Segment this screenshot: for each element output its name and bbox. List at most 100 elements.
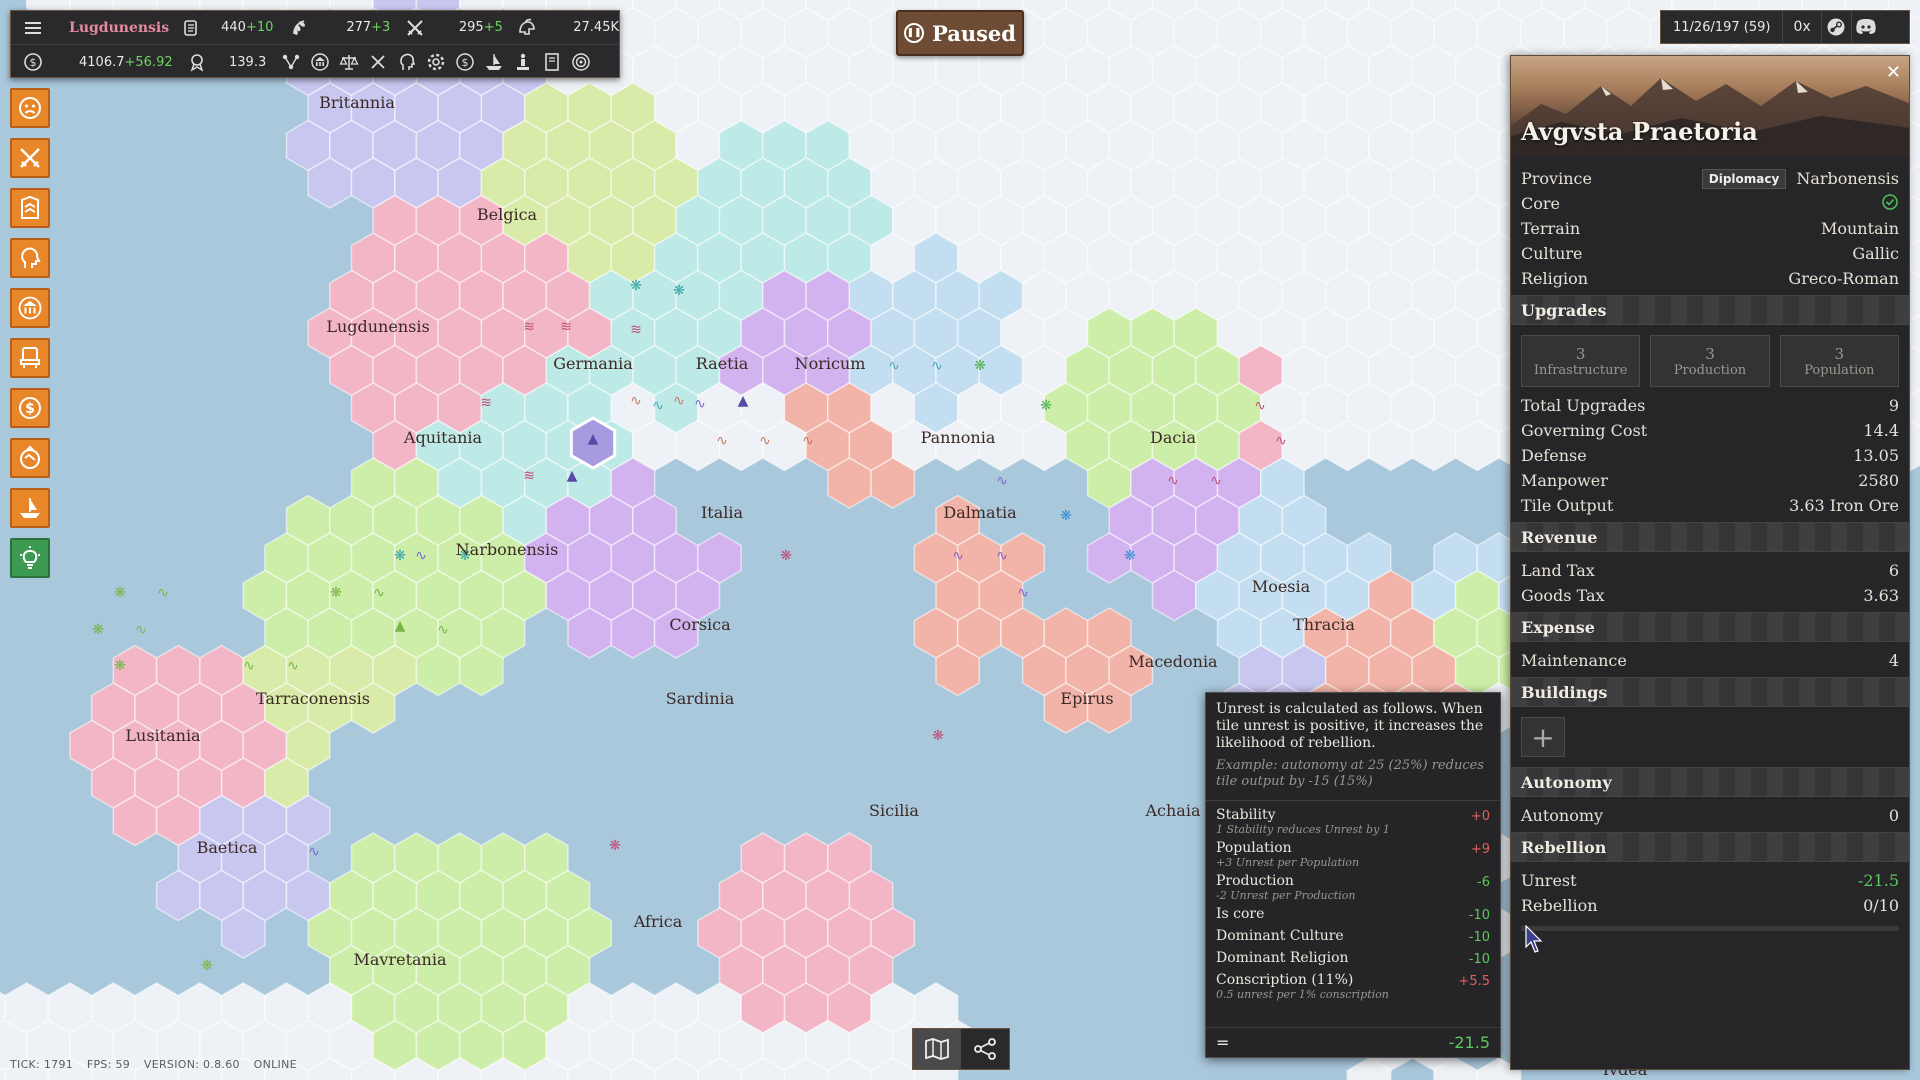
tooltip-row: Dominant Culture -10 [1216,928,1490,950]
terrain-marker: ❋ [630,278,642,294]
governing-cost-row: Governing Cost 14.4 [1521,421,1899,440]
terrain-row: Terrain Mountain [1521,219,1899,238]
rank-button[interactable] [10,188,50,228]
game-date: 11/26/197 (59) [1673,19,1771,35]
region-label: Dalmatia [943,503,1017,522]
resource-bar: Lugdunensis 440+10 277+3 295+5 27.45K $ … [10,10,620,78]
character-button[interactable] [10,238,50,278]
network-icon[interactable] [281,52,301,72]
terrain-marker: ∿ [437,622,449,638]
crossed-swords-icon [405,18,425,38]
tooltip-example: Example: autonomy at 25 (25%) reduces ti… [1206,752,1500,801]
terrain-marker: ∿ [1017,585,1029,601]
rank-badge-icon [21,195,39,219]
helmet-icon [517,18,537,38]
tooltip-row-value: -10 [1468,908,1490,923]
terrain-marker: ≋ [630,322,642,338]
network-nodes-icon [974,1038,996,1060]
svg-text:$: $ [25,401,35,417]
terrain-marker: ❋ [1060,508,1072,524]
pause-button[interactable]: ❚❚ Paused [896,10,1024,56]
region-label: Corsica [669,615,731,634]
realm-name[interactable]: Lugdunensis [69,20,169,36]
terrain-marker: ∿ [1167,473,1179,489]
tooltip-row: Is core -10 [1216,906,1490,928]
monument-icon[interactable] [513,52,533,72]
throne-icon [20,347,40,368]
tooltip-row-note: +3 Unrest per Population [1216,856,1360,869]
game-speed[interactable]: 0x [1782,11,1820,43]
temple-icon[interactable] [310,52,330,72]
upgrades-header: Upgrades [1511,295,1909,325]
terrain-marker: ≋ [480,395,492,411]
senate-button[interactable] [10,338,50,378]
tooltip-row-label: Is core [1216,906,1265,922]
religion-button[interactable] [10,288,50,328]
military-value: 295+5 [458,20,503,35]
rebellion-row: Rebellion 0/10 [1521,896,1899,915]
map-mode-network-button[interactable] [961,1029,1009,1069]
terrain-marker: ❋ [1040,398,1052,414]
coin-icon[interactable]: $ [455,52,475,72]
terrain-marker: ≋ [523,319,535,335]
tooltip-row-value: +9 [1470,842,1490,857]
tile-name: Avgvsta Praetoria [1521,117,1758,146]
ideas-button[interactable] [10,538,50,578]
head-profile-icon [21,247,41,268]
tick-counter: TICK: 1791 [10,1058,74,1071]
laurel-icon [290,18,310,38]
upgrade-production-button[interactable]: 3 Production [1650,335,1770,387]
add-building-button[interactable]: + [1521,717,1565,757]
mouse-cursor-icon [1525,925,1543,953]
province-link[interactable]: Narbonensis [1796,169,1899,188]
head-profile-icon[interactable] [397,52,417,72]
rebellion-progress-bar [1521,926,1899,931]
map-mode-terrain-button[interactable] [913,1029,961,1069]
temple-icon [18,296,42,320]
unrest-face-button[interactable] [10,88,50,128]
revenue-header: Revenue [1511,522,1909,552]
diplomacy-button[interactable]: Diplomacy [1701,168,1787,189]
discord-icon[interactable] [1850,11,1881,43]
combat-button[interactable] [10,138,50,178]
region-label: Tarraconensis [256,689,370,708]
tooltip-row-value: -10 [1468,930,1490,945]
upgrade-infrastructure-button[interactable]: 3 Infrastructure [1521,335,1641,387]
manpower-row: Manpower 2580 [1521,471,1899,490]
tooltip-row-value: -6 [1477,875,1490,890]
gear-icon[interactable] [426,52,446,72]
autonomy-header: Autonomy [1511,767,1909,797]
maintenance-row: Maintenance 4 [1521,651,1899,670]
diplomacy-button[interactable] [10,438,50,478]
autonomy-row: Autonomy 0 [1521,806,1899,825]
naval-button[interactable] [10,488,50,528]
book-icon[interactable] [542,52,562,72]
tooltip-row: Stability 1 Stability reduces Unrest by 1… [1216,807,1490,836]
terrain-marker: ∿ [652,398,664,414]
swords-icon[interactable] [368,52,388,72]
scales-icon[interactable] [339,52,359,72]
tooltip-row: Conscription (11%) 0.5 unrest per 1% cons… [1216,972,1490,1001]
steam-icon[interactable] [1820,11,1851,43]
upgrade-population-button[interactable]: 3 Population [1779,335,1899,387]
tooltip-row-label: Dominant Culture [1216,928,1344,944]
tooltip-row-label: Stability [1216,807,1276,823]
checkmark-icon [1881,193,1899,215]
total-upgrades-row: Total Upgrades 9 [1521,396,1899,415]
terrain-marker: ▲ [588,431,599,447]
ship-icon[interactable] [484,52,504,72]
region-label: Noricum [795,354,866,373]
unrest-row[interactable]: Unrest -21.5 [1511,868,1909,893]
menu-icon[interactable] [23,18,43,38]
terrain-marker: ∿ [996,473,1008,489]
culture-row: Culture Gallic [1521,244,1899,263]
economy-button[interactable]: $ [10,388,50,428]
svg-text:$: $ [30,56,37,69]
lightbulb-icon [20,546,40,569]
core-row: Core [1511,191,1909,216]
close-icon[interactable]: ✕ [1886,62,1901,83]
shield-emblem-icon[interactable] [571,52,591,72]
tooltip-total-value: -21.5 [1448,1033,1490,1052]
region-label: Baetica [197,838,258,857]
handshake-icon [20,445,40,469]
